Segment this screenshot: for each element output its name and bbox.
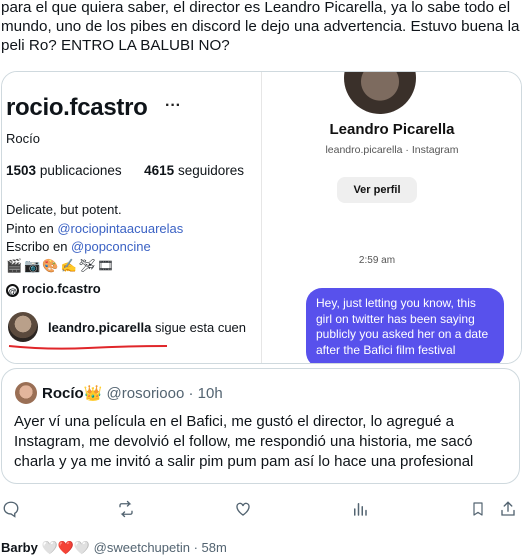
next-tweet-header[interactable]: Barby 🤍❤️🤍 @sweetchupetin · 58m (1, 540, 523, 560)
more-icon: ··· (165, 97, 181, 114)
bio-line: Pinto en @rociopintaacuarelas (6, 221, 183, 236)
threads-link: @ rocio.fcastro (6, 281, 101, 297)
quoted-time: · 10h (188, 385, 223, 402)
quoted-tweet-header: Rocío👑 @rosoriooo · 10h (42, 384, 223, 402)
like-icon[interactable] (232, 498, 254, 520)
posts-count: 1503 (6, 163, 37, 178)
bookmark-icon[interactable] (467, 498, 489, 520)
dm-contact-sub: leandro.picarella · Instagram (325, 144, 459, 156)
quoted-author-name[interactable]: Rocío (42, 385, 84, 402)
crown-icon: 👑 (83, 385, 103, 402)
posts-label: publicaciones (39, 163, 122, 178)
profile-name: Rocío (6, 131, 40, 146)
tweet-actions (0, 498, 523, 520)
quoted-tweet-text: Ayer ví una película en el Bafici, me gu… (14, 413, 474, 470)
followed-by-text: leandro.picarella sigue esta cuen (48, 320, 246, 335)
next-author-badges: 🤍❤️🤍 (41, 540, 91, 555)
dm-contact-name: Leandro Picarella (329, 121, 455, 138)
instagram-dm-screenshot: Leandro Picarella leandro.picarella · In… (261, 72, 521, 363)
followers-count: 4615 (144, 163, 175, 178)
retweet-icon[interactable] (115, 498, 137, 520)
next-author-handle[interactable]: @sweetchupetin (94, 540, 190, 555)
threads-handle: rocio.fcastro (22, 281, 101, 296)
avatar[interactable] (15, 382, 37, 404)
bio-link: @popconcine (71, 239, 151, 254)
avatar (8, 312, 38, 342)
quoted-author-handle[interactable]: @rosoriooo (107, 385, 185, 402)
follower-suffix: sigue esta cuen (154, 320, 247, 335)
bio-line: Escribo en @popconcine (6, 239, 151, 254)
tweet-text: para el que quiera saber, el director es… (1, 0, 520, 54)
next-author-name[interactable]: Barby (1, 540, 38, 555)
instagram-profile-screenshot: rocio.fcastro ··· Rocío 1503 publicacion… (2, 72, 260, 363)
followers-label: seguidores (177, 163, 244, 178)
view-profile-button: Ver perfil (337, 177, 417, 203)
next-time: · 58m (193, 540, 227, 555)
bio-line: Delicate, but potent. (6, 202, 122, 217)
reply-icon[interactable] (0, 498, 22, 520)
bio-link: @rociopintaacuarelas (57, 221, 184, 236)
profile-stats: 1503 publicaciones 4615 seguidores (6, 163, 244, 178)
share-icon[interactable] (497, 498, 519, 520)
tweet-media-image[interactable]: rocio.fcastro ··· Rocío 1503 publicacion… (1, 71, 522, 364)
bio-prefix: Pinto en (6, 221, 54, 236)
red-underline (8, 345, 168, 350)
quoted-tweet[interactable]: Rocío👑 @rosoriooo · 10h Ayer ví una pelí… (1, 368, 520, 484)
message-time: 2:59 am (358, 255, 396, 266)
followed-by-row: leandro.picarella sigue esta cuen (6, 312, 266, 344)
profile-handle: rocio.fcastro (6, 94, 148, 121)
message-bubble: Hey, just letting you know, this girl on… (306, 288, 504, 363)
bio-prefix: Escribo en (6, 239, 68, 254)
views-icon[interactable] (349, 498, 371, 520)
follower-user: leandro.picarella (48, 320, 152, 335)
avatar (344, 72, 416, 114)
bio-emojis: 🎬📷🎨✍🛩🎞 (6, 258, 116, 273)
threads-icon: @ (6, 284, 19, 297)
